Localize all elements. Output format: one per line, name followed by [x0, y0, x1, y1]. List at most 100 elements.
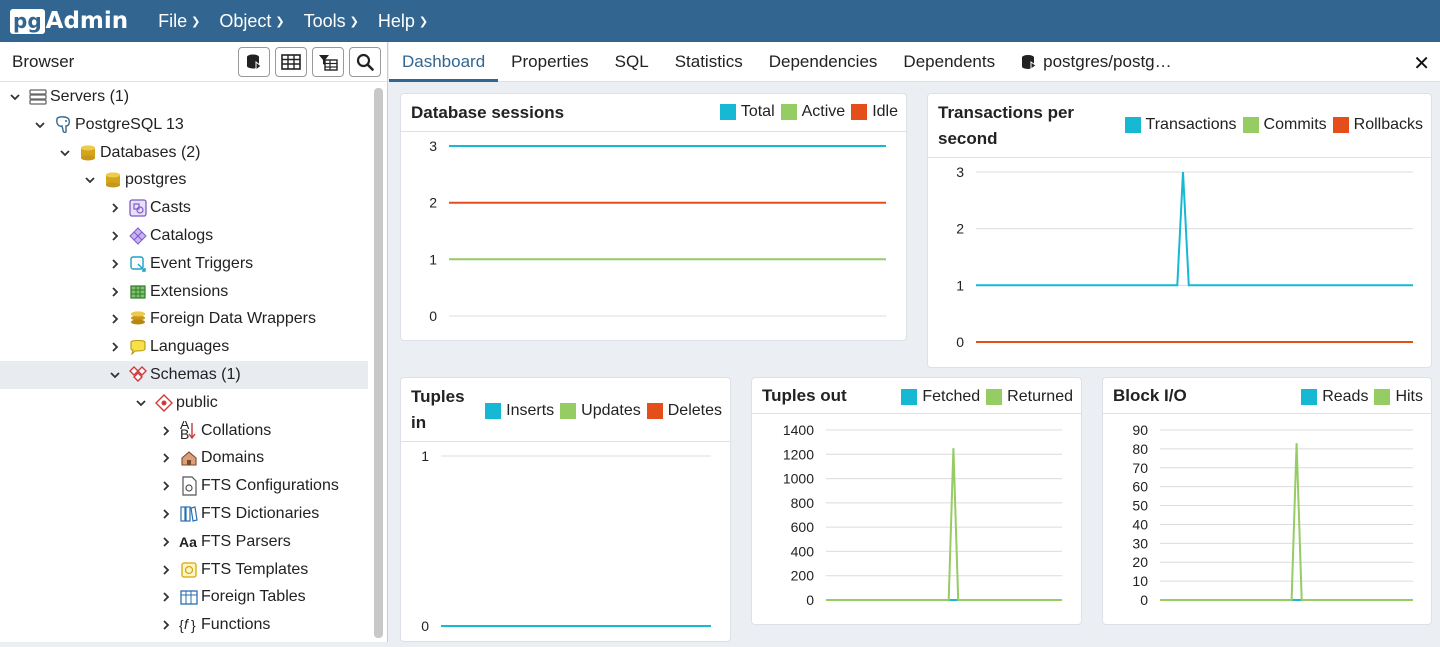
chevron-right-icon[interactable] — [159, 507, 173, 521]
tree-item-label: public — [176, 393, 218, 411]
transactions-panel: Transactions per second Transactions Com… — [927, 93, 1432, 368]
tree-item[interactable]: FTS Templates — [0, 556, 368, 584]
extensions-icon — [128, 283, 148, 301]
catalogs-icon — [128, 227, 148, 245]
pgadmin-logo[interactable]: pg Admin — [10, 8, 128, 34]
y-tick-label: 400 — [791, 543, 815, 559]
chevron-down-icon[interactable] — [134, 396, 148, 410]
y-tick-label: 50 — [1132, 498, 1148, 514]
menu-tools[interactable]: Tools ❯ — [304, 11, 359, 32]
transactions-legend: Transactions Commits Rollbacks — [1119, 116, 1423, 134]
chevron-right-icon[interactable] — [159, 535, 173, 549]
tab-properties[interactable]: Properties — [498, 42, 601, 82]
tree-item[interactable]: public — [0, 389, 368, 417]
tree-item-label: Foreign Data Wrappers — [150, 310, 316, 328]
browser-header: Browser — [0, 42, 387, 82]
tab-dependencies-label: Dependencies — [768, 51, 878, 71]
tree-item[interactable]: Casts — [0, 194, 368, 222]
svg-text:B: B — [180, 426, 189, 441]
tree-item[interactable]: Catalogs — [0, 222, 368, 250]
tree-item[interactable]: Languages — [0, 333, 368, 361]
tree-item[interactable]: Foreign Data Wrappers — [0, 305, 368, 333]
y-tick-label: 1 — [429, 251, 437, 267]
chevron-right-icon[interactable] — [159, 424, 173, 438]
fts-templates-icon — [179, 561, 199, 579]
tree-item[interactable]: Extensions — [0, 278, 368, 306]
menu-file[interactable]: File ❯ — [158, 11, 200, 32]
legend-updates: Updates — [581, 402, 641, 419]
tree-item[interactable]: Databases (2) — [0, 139, 368, 167]
chevron-right-icon[interactable] — [108, 340, 122, 354]
menu-object[interactable]: Object ❯ — [219, 11, 284, 32]
chevron-down-icon[interactable] — [33, 118, 47, 132]
foreign-tables-icon — [179, 588, 199, 606]
tree-item[interactable]: Foreign Tables — [0, 583, 368, 611]
tree-item-label: FTS Configurations — [201, 477, 339, 495]
tab-sql[interactable]: SQL — [602, 42, 662, 82]
query-tool-button[interactable] — [238, 46, 270, 77]
chevron-right-icon[interactable] — [108, 285, 122, 299]
sessions-chart-area: 0 1 2 3 — [401, 132, 906, 340]
tree-item[interactable]: postgres — [0, 166, 368, 194]
tree-scrollbar[interactable] — [374, 88, 383, 638]
chevron-right-icon[interactable] — [108, 201, 122, 215]
chevron-right-icon[interactable] — [159, 618, 173, 632]
tree-item[interactable]: PostgreSQL 13 — [0, 111, 368, 139]
tree-item[interactable]: Servers (1) — [0, 83, 368, 111]
chevron-right-icon[interactable] — [159, 451, 173, 465]
legend-swatch — [1374, 389, 1391, 405]
browser-toolbar — [233, 46, 381, 77]
top-navbar: pg Admin File ❯ Object ❯ Tools ❯ Help ❯ — [0, 0, 1440, 42]
block-io-panel: Block I/O Reads Hits 0 10 20 30 40 50 60 70 80 90 — [1102, 377, 1432, 625]
menu-help[interactable]: Help ❯ — [378, 11, 428, 32]
tree-item-label: postgres — [125, 171, 187, 189]
tab-statistics[interactable]: Statistics — [662, 42, 756, 82]
tree-item[interactable]: FTS Configurations — [0, 472, 368, 500]
y-tick-label: 60 — [1132, 479, 1148, 495]
block-io-title: Block I/O — [1113, 386, 1187, 405]
legend-transactions: Transactions — [1145, 116, 1237, 133]
tree-item[interactable]: Aa FTS Parsers — [0, 528, 368, 556]
chevron-right-icon[interactable] — [108, 229, 122, 243]
tuples-out-chart: 0 200 400 600 800 1000 1200 1400 — [783, 422, 1062, 608]
filter-table-icon — [319, 54, 338, 71]
chevron-right-icon[interactable] — [159, 479, 173, 493]
series-line-hits — [1160, 443, 1413, 601]
chevron-right-icon[interactable] — [159, 563, 173, 577]
tree-item[interactable]: FTS Dictionaries — [0, 500, 368, 528]
domains-icon — [179, 449, 199, 467]
close-icon[interactable]: ✕ — [1413, 51, 1430, 76]
transactions-chart-area: 0 1 2 3 — [928, 158, 1431, 367]
block-io-chart-area: 0 10 20 30 40 50 60 70 80 90 — [1103, 414, 1431, 624]
legend-idle: Idle — [872, 103, 898, 120]
search-objects-button[interactable] — [349, 46, 381, 77]
legend-swatch — [901, 389, 918, 405]
chevron-down-icon[interactable] — [8, 90, 22, 104]
y-tick-label: 200 — [791, 568, 815, 584]
y-tick-label: 1000 — [783, 471, 814, 487]
y-tick-label: 80 — [1132, 441, 1148, 457]
tree-item[interactable]: {f} Functions — [0, 611, 368, 639]
chevron-right-icon[interactable] — [159, 590, 173, 604]
servers-icon — [28, 88, 48, 106]
tree-item[interactable]: Schemas (1) — [0, 361, 368, 389]
tree-item-label: Collations — [201, 421, 272, 439]
chevron-down-icon: ❯ — [275, 15, 285, 28]
tab-query-tool[interactable]: postgres/postg… — [1008, 42, 1185, 82]
tree-item[interactable]: A B Collations — [0, 417, 368, 445]
legend-swatch — [1332, 117, 1349, 133]
view-data-button[interactable] — [275, 46, 307, 77]
chevron-down-icon[interactable] — [83, 173, 97, 187]
tab-dependents[interactable]: Dependents — [890, 42, 1008, 82]
tree-item[interactable]: Event Triggers — [0, 250, 368, 278]
chevron-down-icon[interactable] — [108, 368, 122, 382]
y-tick-label: 0 — [421, 618, 429, 634]
tab-dependencies[interactable]: Dependencies — [756, 42, 891, 82]
chevron-down-icon[interactable] — [58, 146, 72, 160]
y-tick-label: 90 — [1132, 422, 1148, 438]
chevron-right-icon[interactable] — [108, 257, 122, 271]
chevron-right-icon[interactable] — [108, 312, 122, 326]
tree-item[interactable]: Domains — [0, 444, 368, 472]
filtered-rows-button[interactable] — [312, 46, 344, 77]
tab-dashboard[interactable]: Dashboard — [389, 42, 499, 82]
